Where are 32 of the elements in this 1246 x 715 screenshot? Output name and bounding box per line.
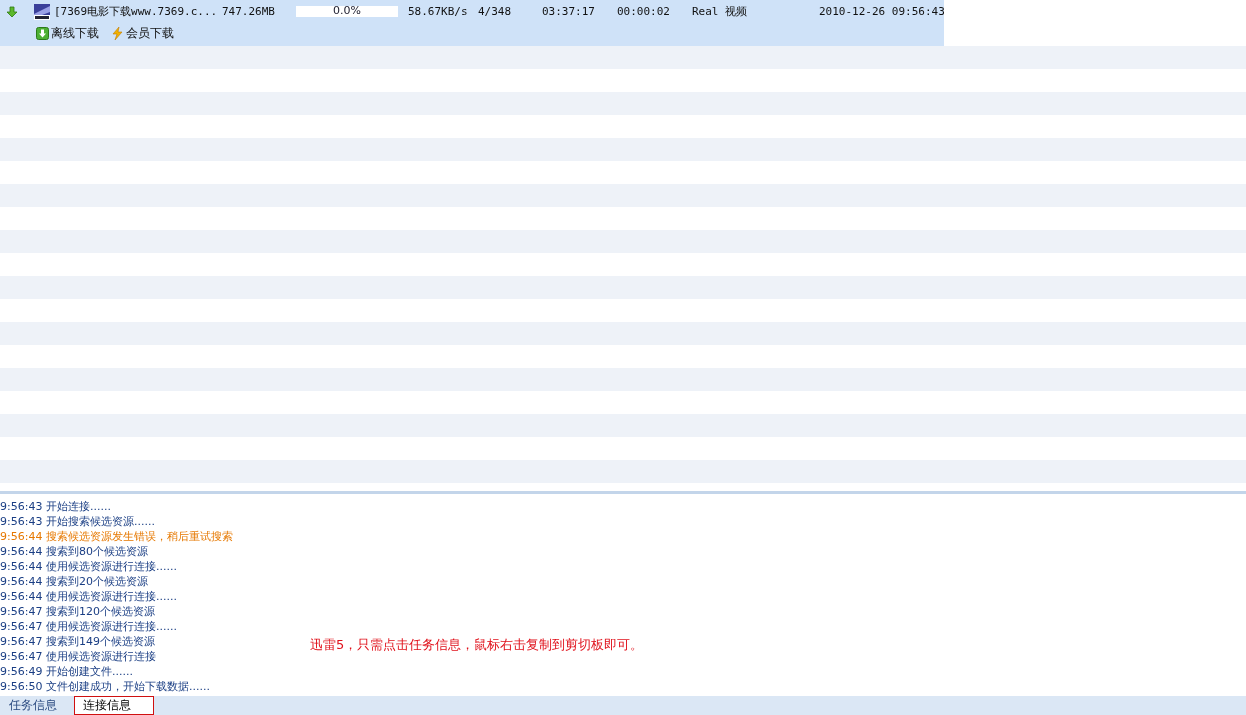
log-entry: 9:56:44 使用候选资源进行连接...... xyxy=(0,559,177,574)
file-type: Real 视频 xyxy=(692,4,749,19)
log-entry: 9:56:47 使用候选资源进行连接 xyxy=(0,649,156,664)
elapsed-time: 00:00:02 xyxy=(617,5,671,18)
task-row[interactable]: [7369电影下载www.7369.c... 747.26MB 0.0% 58.67KB/s 4/348 03:37:17 00:00:02 Real 视频 2010-12-26 09:56:43 离线下载 会员下载 xyxy=(0,0,944,46)
created-time: 2010-12-26 09:56:43 xyxy=(819,5,945,18)
download-arrow-icon xyxy=(6,5,18,18)
log-entry: 9:56:49 开始创建文件...... xyxy=(0,664,133,679)
log-entry: 9:56:47 搜索到120个候选资源 xyxy=(0,604,155,619)
source-count: 4/348 xyxy=(478,5,513,18)
download-speed: 58.67KB/s xyxy=(408,5,469,18)
task-name: [7369电影下载www.7369.c... xyxy=(54,4,219,19)
log-entry: 9:56:43 开始搜索候选资源...... xyxy=(0,514,155,529)
offline-download-link[interactable]: 离线下载 xyxy=(36,25,99,42)
tab[interactable]: 任务信息 xyxy=(6,696,70,715)
log-entry: 9:56:44 使用候选资源进行连接...... xyxy=(0,589,177,604)
progress-text: 0.0% xyxy=(332,4,362,17)
remaining-time: 03:37:17 xyxy=(542,5,596,18)
member-download-link[interactable]: 会员下载 xyxy=(111,25,174,42)
log-entry: 9:56:47 搜索到149个候选资源 xyxy=(0,634,155,649)
annotation-text: 迅雷5，只需点击任务信息，鼠标右击复制到剪切板即可。 xyxy=(310,636,644,654)
download-arrow-icon xyxy=(36,27,49,40)
video-file-icon xyxy=(34,3,50,20)
log-entry: 9:56:47 使用候选资源进行连接...... xyxy=(0,619,177,634)
log-entry: 9:56:44 搜索到80个候选资源 xyxy=(0,544,148,559)
log-entry: 9:56:44 搜索候选资源发生错误，稍后重试搜索 xyxy=(0,529,233,544)
tab[interactable]: 连接信息 xyxy=(74,696,154,715)
file-size: 747.26MB xyxy=(222,5,276,18)
lightning-icon xyxy=(111,27,124,40)
log-entry: 9:56:43 开始连接...... xyxy=(0,499,111,514)
log-entry: 9:56:44 搜索到20个候选资源 xyxy=(0,574,148,589)
log-entry: 9:56:50 文件创建成功，开始下载数据...... xyxy=(0,679,210,694)
